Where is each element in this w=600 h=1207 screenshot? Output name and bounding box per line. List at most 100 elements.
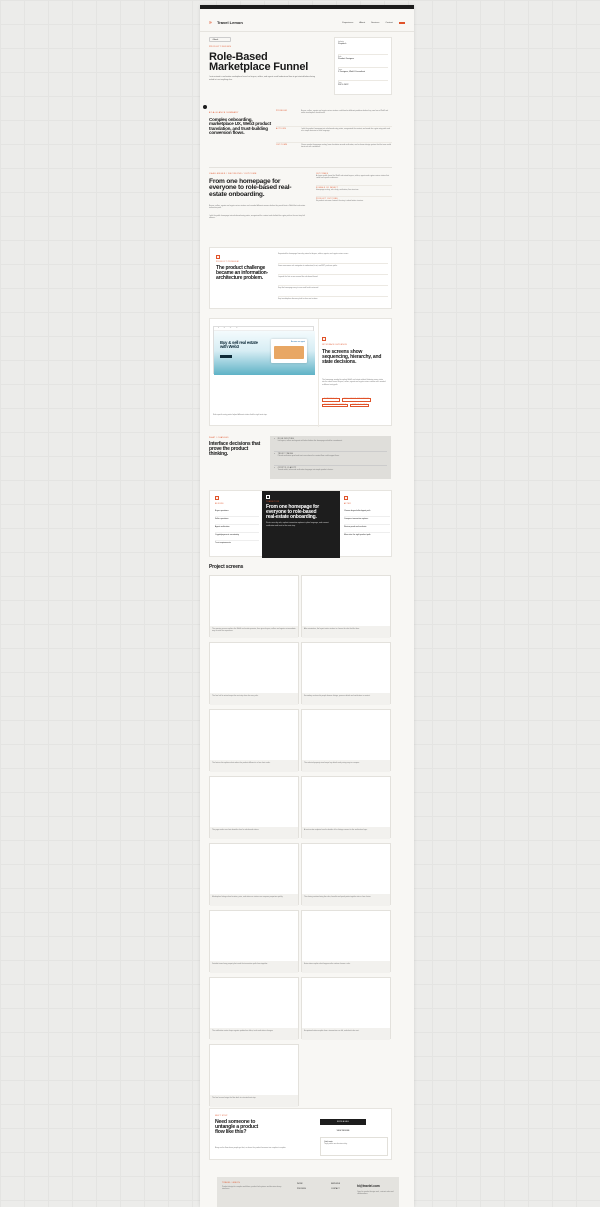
decision-item: • Crypto clarity Turned wallet, token and … [274, 465, 387, 478]
screen-thumbnail [302, 777, 390, 827]
footer-link[interactable]: Services [331, 1183, 357, 1185]
screen-caption: The final screen brings the flow back to… [210, 1095, 298, 1107]
project-screen-card[interactable]: The notification center keeps agents upd… [209, 977, 299, 1040]
transition-body: Route users by role, explain transaction… [266, 522, 329, 527]
decision-value: Turned wallet, token and verification la… [277, 469, 334, 471]
nav-contact[interactable]: Contact [385, 22, 393, 24]
nav-about[interactable]: About [359, 22, 365, 24]
screen-thumbnail [210, 643, 298, 693]
screen-thumbnail [210, 911, 298, 961]
book-call-button[interactable]: Book a call [320, 1119, 366, 1125]
footer-links: Work Services Process Contact [297, 1183, 357, 1190]
after-item: Move into the right product path [344, 534, 371, 536]
quick-note: Quick note I reply within one business d… [320, 1137, 388, 1156]
tag[interactable]: Homepage IA [322, 398, 340, 402]
summary-key: Actions [276, 128, 287, 130]
problem-card: Product Problem The product challenge be… [209, 247, 392, 309]
after-item: Compare transaction options [344, 517, 390, 525]
problem-badge-icon [216, 255, 220, 259]
screen-thumbnail [210, 844, 298, 894]
footer-link[interactable]: Contact [331, 1188, 357, 1190]
project-screen-card[interactable]: A trust section explains how the details… [301, 776, 391, 839]
nav-services[interactable]: Services [371, 22, 379, 24]
project-screen-card[interactable]: Marketplace listings show location, pric… [209, 843, 299, 906]
decision-item: • Trust timing Placed verification proof a… [274, 451, 387, 465]
mockup-agent-card-title: Become an agent [290, 341, 305, 343]
project-screen-card[interactable]: After orientation, the layout invites vi… [301, 575, 391, 638]
tag[interactable]: Role-based navigation [341, 398, 372, 402]
footer-link[interactable]: Work [297, 1183, 323, 1185]
summary-key: Problem [276, 110, 287, 112]
problem-point: Kept marketplace discovery tied to clear… [278, 296, 388, 307]
project-screen-card[interactable]: The feature list explains what makes the… [209, 709, 299, 772]
screen-thumbnail [302, 710, 390, 760]
logo-text: Travel Lemon [217, 20, 243, 25]
footer-description: Product design for complex workflows, pr… [222, 1186, 282, 1191]
screen-thumbnail [210, 710, 298, 760]
main-nav: Experience About Services Contact [342, 21, 405, 24]
side-item: Signals of impact Homepage routing, role … [316, 185, 392, 196]
project-meta-card: Industry Proptech Role Product Designer Te… [334, 37, 392, 95]
tag[interactable]: Verification states [322, 403, 349, 408]
project-screen-card[interactable]: The final call to action keeps the next … [209, 642, 299, 705]
project-screen-card[interactable]: Extra states explain what happens after … [301, 910, 391, 973]
before-item: Seller questions [215, 517, 259, 525]
summary-title: Complex onboarding, marketplace UX, Web3… [209, 117, 271, 136]
transition-panel: Transition From one homepage for everyon… [262, 491, 340, 558]
screen-thumbnail [210, 576, 298, 626]
before-list: Buyer questions Seller questions Agent v… [215, 509, 259, 549]
challenge-title: From one homepage for everyone to role-b… [209, 178, 292, 198]
cta-body: Bring me the flow where people get lost,… [215, 1147, 287, 1149]
challenge-body-2: I split the public homepage into role-ba… [209, 215, 305, 220]
meta-value: 1 Designer, Web3 Consultant [338, 71, 365, 74]
transition-title: From one homepage for everyone to role-b… [266, 504, 320, 520]
mockup-hero-button [220, 355, 232, 358]
site-logo[interactable]: » Travel Lemon [209, 20, 243, 25]
bullet-icon: • [274, 467, 275, 469]
nav-experience[interactable]: Experience [342, 22, 353, 24]
resume-link[interactable]: View resume [320, 1128, 366, 1134]
site-header: » Travel Lemon Experience About Services… [200, 14, 414, 32]
project-screen-card[interactable]: The closing sections bring the roles, be… [301, 843, 391, 906]
tag[interactable]: Mobile flows [350, 403, 370, 408]
summary-table: Problem Buyers, sellers, agents and crypt… [276, 110, 392, 158]
footer-email[interactable]: hi@travlel.com [357, 1184, 380, 1188]
screen-caption: The page makes on-chain benefits clear f… [210, 827, 298, 839]
screen-thumbnail [302, 576, 390, 626]
summary-key: Outcome [276, 144, 288, 146]
screen-thumbnail [302, 643, 390, 693]
project-screen-card[interactable]: The selected property view keeps key det… [301, 709, 391, 772]
footer-link[interactable]: Process [297, 1188, 323, 1190]
screen-caption: Exceptional states explain how a transac… [302, 1028, 390, 1040]
project-screen-card[interactable]: The page makes on-chain benefits clear f… [209, 776, 299, 839]
back-button[interactable]: ‹ Back [209, 37, 231, 42]
decisions-list: • Role routing Let buyers, sellers and age… [270, 436, 391, 479]
screen-caption: The notification center keeps agents upd… [210, 1028, 298, 1040]
before-badge-icon [215, 496, 219, 500]
journey-card: Before Buyer questions Seller questions … [209, 490, 392, 558]
decision-value: Let buyers, sellers and agents self-sele… [277, 440, 343, 442]
transition-badge-icon [266, 495, 270, 499]
decision-item: • Role routing Let buyers, sellers and age… [274, 438, 387, 451]
project-screen-card[interactable]: The opening screen explains the Web3 rea… [209, 575, 299, 638]
after-list: Choose buyer/seller/agent path Compare t… [344, 509, 390, 543]
mockup-hero-title: Buy & sell real estate with Web3 [220, 340, 258, 349]
project-screen-card[interactable]: Exceptional states explain how a transac… [301, 977, 391, 1040]
footer-note: Open for product design work, contract r… [357, 1191, 394, 1196]
evidence-card: ■ ▬ ▬ ▬ Buy & sell real estate with Web3 Be… [209, 318, 392, 427]
project-screen-card[interactable]: Secondary sections let people browse lis… [301, 642, 391, 705]
evidence-badge-icon [322, 337, 326, 341]
project-screen-card[interactable]: The final screen brings the flow back to… [209, 1044, 299, 1107]
screen-caption: The selected property view keeps key det… [302, 760, 390, 772]
evidence-divider [318, 319, 319, 427]
evidence-caption: Role-specific entry points helped differ… [213, 414, 268, 416]
project-screen-card[interactable]: Detailed views keep property facts and t… [209, 910, 299, 973]
nav-cta-button[interactable] [399, 21, 405, 24]
screen-caption: Secondary sections let people browse lis… [302, 693, 390, 705]
logo-chevron-icon: » [209, 19, 212, 26]
screen-thumbnail [302, 844, 390, 894]
before-item: Agent verification [215, 525, 259, 533]
screen-caption: The feature list explains what makes the… [210, 760, 298, 772]
before-item: Buyer questions [215, 509, 259, 517]
homepage-mockup[interactable]: ■ ▬ ▬ ▬ Buy & sell real estate with Web3 Be… [213, 326, 315, 375]
